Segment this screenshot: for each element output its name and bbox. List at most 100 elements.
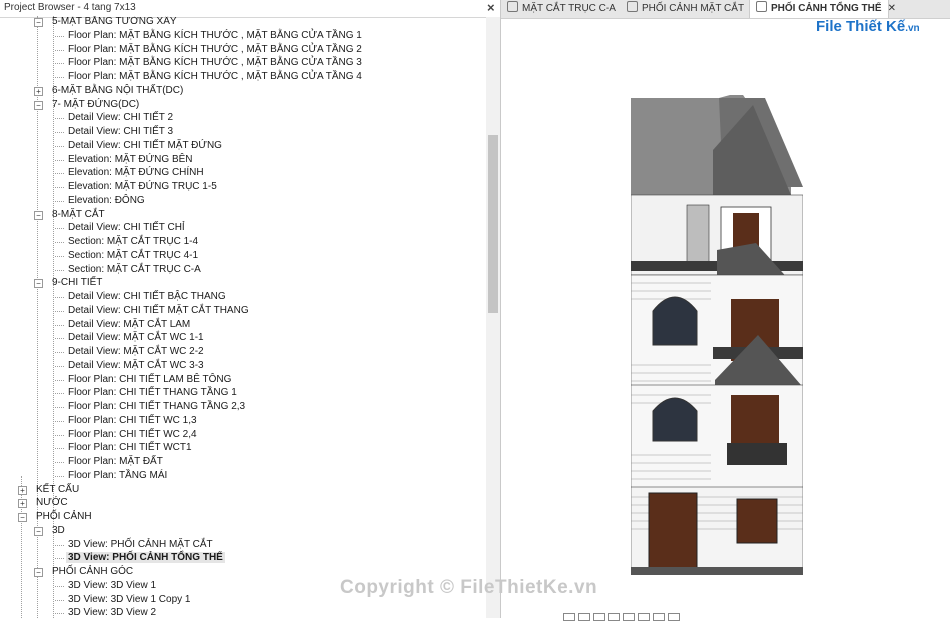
tree-view-item[interactable]: Detail View: MẶT CẮT WC 1-1 [66,331,206,345]
tree-view-item[interactable]: Floor Plan: MẶT BẰNG KÍCH THƯỚC , MẶT BẰ… [66,29,364,43]
tree-view-item[interactable]: Floor Plan: MẶT ĐẤT [66,455,165,469]
tree-view-item[interactable]: Detail View: MẶT CẮT WC 2-2 [66,345,206,359]
detail-level-icon[interactable] [578,613,590,621]
tree-item-label: 7- MẶT ĐỨNG(DC) [52,98,140,110]
crop-icon[interactable] [653,613,665,621]
tree-view-item[interactable]: Floor Plan: CHI TIẾT THANG TẦNG 2,3 [66,400,247,414]
tree-connector [55,585,64,587]
tree-group-item[interactable]: 5-MẶT BẰNG TƯỜNG XÂY [50,16,179,29]
tree-view-item[interactable]: Detail View: CHI TIẾT BẬC THANG [66,290,228,304]
tree-group-item[interactable]: 6-MẶT BẰNG NỘI THẤT(DC) [50,84,185,98]
copyright-watermark: Copyright © FileThietKe.vn [340,577,598,598]
collapse-icon[interactable]: − [34,100,43,110]
tree-view-item[interactable]: 3D View: 3D View 1 Copy 1 [66,593,192,607]
tree-item-label: Floor Plan: CHI TIẾT THANG TẦNG 2,3 [68,401,246,412]
view-control-bar[interactable] [563,612,683,624]
tree-view-item[interactable]: Detail View: CHI TIẾT 3 [66,125,175,139]
tree-view-item[interactable]: Section: MẶT CẮT TRỤC C-A [66,263,203,277]
tree-view-item[interactable]: 3D View: 3D View 1 [66,579,158,593]
collapse-icon[interactable]: − [34,279,43,289]
tree-group-item[interactable]: KẾT CẤU [34,483,81,497]
collapse-icon[interactable]: − [34,568,43,577]
collapse-icon[interactable]: − [34,526,43,536]
tree-item-label: Detail View: CHI TIẾT MẶT CẮT THANG [68,304,249,316]
expand-icon[interactable]: + [34,86,43,96]
tree-view-item[interactable]: Floor Plan: CHI TIẾT LAM BÊ TÔNG [66,373,233,387]
tree-item-label: Elevation: MẶT ĐỨNG CHÍNH [68,167,204,179]
visual-style-icon[interactable] [593,613,605,621]
tree-connector [55,352,64,353]
tab-mat-cat-truc-c-a[interactable]: MẶT CẮT TRỤC C-A [501,0,619,18]
tree-view-item[interactable]: Elevation: MẶT ĐỨNG TRỤC 1-5 [66,180,219,194]
tree-group-item[interactable]: 8-MẶT CẮT [50,208,107,222]
tree-view-item[interactable]: Floor Plan: MẶT BẰNG KÍCH THƯỚC , MẶT BẰ… [66,43,364,57]
tree-group-item[interactable]: NƯỚC [34,496,70,510]
tree-connector [55,228,64,230]
scale-icon[interactable] [563,613,575,621]
tree-item-label: Section: MẶT CẮT TRỤC C-A [68,263,201,275]
tree-view-item[interactable]: Detail View: CHI TIẾT CHỈ [66,221,187,235]
tree-view-item[interactable]: Detail View: MẶT CẮT WC 3-3 [66,359,206,373]
collapse-icon[interactable]: − [34,18,43,27]
tree-view-item[interactable]: Floor Plan: CHI TIẾT WCT1 [66,441,194,455]
tree-view-item[interactable]: Floor Plan: CHI TIẾT WC 1,3 [66,414,199,428]
tree-item-label: Detail View: MẶT CẮT WC 3-3 [68,359,204,371]
tree-item-label: KẾT CẤU [36,483,80,495]
tree-item-label: Detail View: MẶT CẮT WC 1-1 [68,332,204,344]
tree-item-label: Section: MẶT CẮT TRỤC 1-4 [68,236,199,247]
3d-view-icon [756,1,767,12]
collapse-icon[interactable]: − [18,513,27,522]
tree-view-item[interactable]: Floor Plan: MẶT BẰNG KÍCH THƯỚC , MẶT BẰ… [66,70,364,84]
close-tab-icon[interactable]: ✕ [888,3,896,14]
vertical-scrollbar[interactable] [486,17,500,618]
expand-icon[interactable]: + [18,485,27,495]
tree-item-label: Floor Plan: CHI TIẾT LAM BÊ TÔNG [68,373,232,385]
tab-phoi-canh-tong-the[interactable]: PHỐI CẢNH TỔNG THỂ ✕ [749,0,896,18]
tree-item-label: 3D View: 3D View 1 Copy 1 [68,593,191,605]
tree-item-label: Detail View: CHI TIẾT 2 [68,112,174,124]
tree-group-item[interactable]: 9-CHI TIẾT [50,276,104,290]
scrollbar-thumb[interactable] [488,135,498,313]
tree-view-item[interactable]: Detail View: CHI TIẾT 2 [66,111,175,125]
tree-connector [55,365,64,367]
tree-view-item[interactable]: Elevation: ĐÔNG [66,194,147,208]
tree-view-item[interactable]: Detail View: CHI TIẾT MẶT ĐỨNG [66,139,224,153]
tree-item-label: Elevation: ĐÔNG [68,194,145,206]
brand-logo: File Thiết Kế.vn [816,18,920,35]
tree-view-item[interactable]: Detail View: MẶT CẮT LAM [66,318,192,332]
tree-view-item[interactable]: Detail View: CHI TIẾT MẶT CẮT THANG [66,304,251,318]
tree-group-item[interactable]: 3D [50,524,67,538]
tree-group-item[interactable]: PHỐI CẢNH GÓC [50,565,135,579]
tree-item-label: 8-MẶT CẮT [52,208,105,220]
sun-path-icon[interactable] [608,613,620,621]
close-icon[interactable]: × [487,0,495,15]
tree-item-label: Elevation: MẶT ĐỨNG BÊN [68,153,193,165]
expand-icon[interactable]: + [18,499,27,509]
lock-icon[interactable] [668,613,680,621]
tree-view-item[interactable]: 3D View: PHỐI CẢNH TỔNG THỂ [66,551,225,565]
tree-group-item[interactable]: 7- MẶT ĐỨNG(DC) [50,98,141,112]
tab-phoi-canh-mat-cat[interactable]: PHỐI CẢNH MẶT CẮT [621,0,747,18]
tree-view-item[interactable]: Floor Plan: CHI TIẾT WC 2,4 [66,428,199,442]
tree-view-item[interactable]: Floor Plan: CHI TIẾT THANG TẦNG 1 [66,386,239,400]
shadows-icon[interactable] [623,613,635,621]
collapse-icon[interactable]: − [34,210,43,220]
tree-item-label: Elevation: MẶT ĐỨNG TRỤC 1-5 [68,181,217,192]
tree-item-label: NƯỚC [36,497,68,509]
tree-view-item[interactable]: Section: MẶT CẮT TRỤC 1-4 [66,235,200,249]
tree-group-item[interactable]: PHỐI CẢNH [34,510,94,524]
tree-item-label: Floor Plan: MẶT BẰNG KÍCH THƯỚC , MẶT BẰ… [68,71,362,82]
tree-view-item[interactable]: Section: MẶT CẮT TRỤC 4-1 [66,249,200,263]
building-3d-view [631,95,803,575]
tree-view-item[interactable]: Floor Plan: TẦNG MÁI [66,469,169,483]
tree-view-item[interactable]: Elevation: MẶT ĐỨNG CHÍNH [66,166,206,180]
tree-connector [55,269,64,271]
tree-view-item[interactable]: Elevation: MẶT ĐỨNG BÊN [66,153,195,167]
render-icon[interactable] [638,613,650,621]
tree-view-item[interactable]: 3D View: 3D View 2 [66,606,158,618]
tree-view-item[interactable]: Floor Plan: MẶT BẰNG KÍCH THƯỚC , MẶT BẰ… [66,56,364,70]
tree-connector [55,448,64,450]
tree-item-label: Detail View: CHI TIẾT MẶT ĐỨNG [68,139,222,151]
tree-guide-line [21,476,22,618]
tree-view-item[interactable]: 3D View: PHỐI CẢNH MẶT CẮT [66,538,215,552]
